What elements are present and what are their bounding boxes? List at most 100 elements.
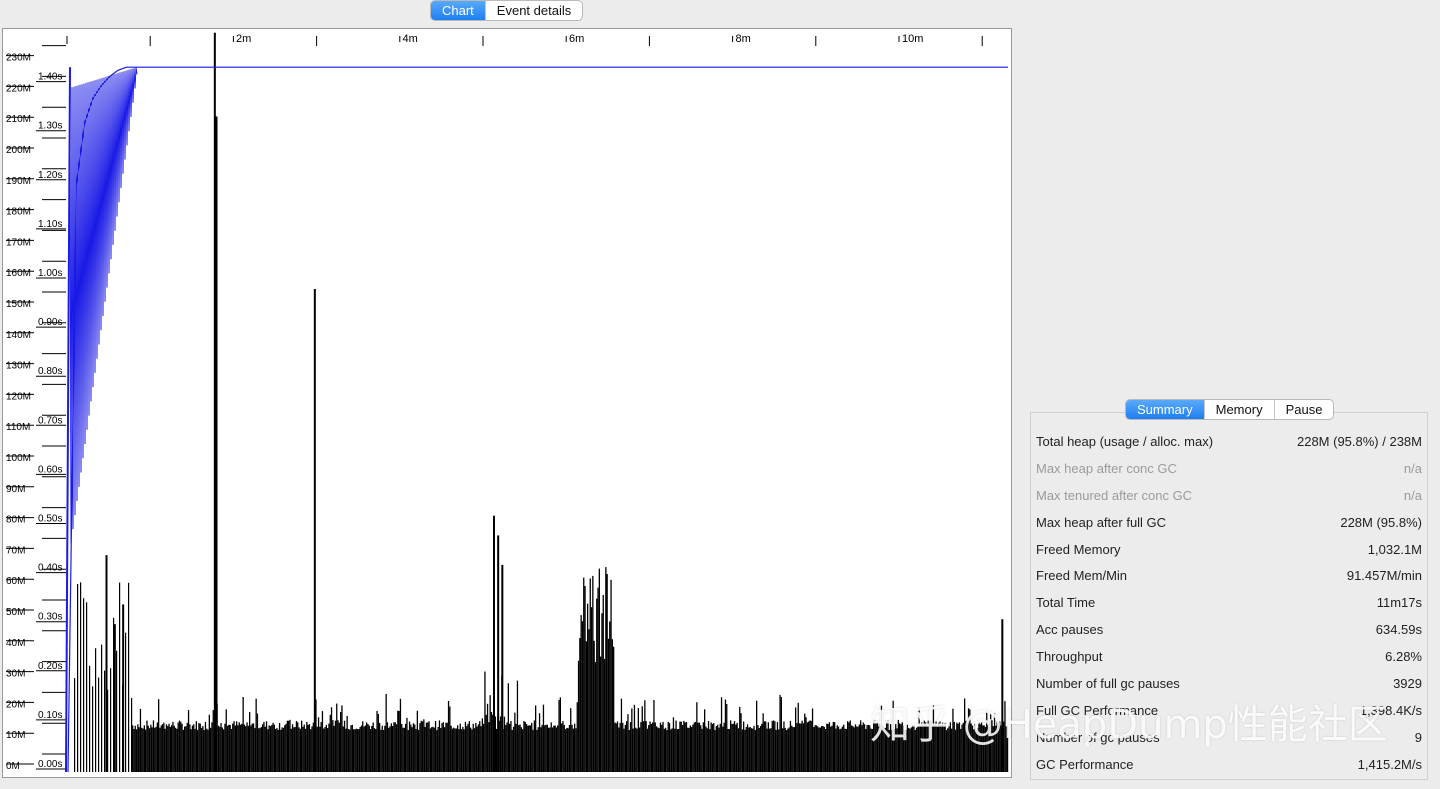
- summary-row-freed-memory: Freed Memory 1,032.1M: [1032, 536, 1426, 563]
- pause-bar: [687, 727, 689, 772]
- tab-memory[interactable]: Memory: [1203, 400, 1274, 419]
- row-value: 228M (95.8%): [1340, 514, 1422, 530]
- row-value: 91.457M/min: [1346, 568, 1422, 584]
- pause-bar: [793, 727, 795, 772]
- pause-bar: [746, 724, 749, 772]
- pause-bar: [484, 671, 486, 772]
- pause-bar: [246, 722, 248, 772]
- pause-bar: [576, 702, 578, 772]
- pause-bar: [139, 708, 142, 772]
- pause-tick-label: 1.20s: [38, 170, 62, 181]
- pause-bar: [707, 720, 710, 772]
- pause-bar: [459, 723, 461, 772]
- pause-tick-label: 0.90s: [38, 317, 62, 328]
- pause-bar: [438, 720, 441, 772]
- pause-bar: [303, 724, 305, 772]
- pause-bar: [155, 726, 157, 772]
- pause-bar: [219, 726, 221, 772]
- pause-bar: [199, 723, 201, 772]
- pause-bar: [158, 699, 160, 772]
- heap-tick-label: 150M: [6, 299, 31, 310]
- heap-tick-label: 0M: [6, 761, 20, 772]
- pause-bar: [661, 724, 663, 772]
- pause-bar: [826, 723, 828, 772]
- pause-bar: [234, 725, 236, 772]
- pause-tick-label: 0.10s: [38, 710, 62, 721]
- pause-bar: [555, 727, 558, 772]
- pause-bar: [553, 725, 555, 772]
- pause-tick-label: 0.20s: [38, 661, 62, 672]
- pause-bar: [286, 720, 288, 772]
- pause-bar: [375, 729, 377, 772]
- pause-bar: [514, 712, 516, 772]
- pause-bar: [427, 722, 429, 772]
- pause-bar: [637, 708, 639, 772]
- pause-bar: [797, 702, 799, 772]
- pause-bar: [160, 725, 162, 772]
- pause-bar: [853, 727, 855, 772]
- pause-bar: [380, 729, 382, 772]
- pause-bar: [163, 722, 165, 772]
- pause-bar: [321, 711, 324, 772]
- pause-bar: [143, 725, 145, 772]
- pause-bar: [533, 720, 535, 772]
- row-value: 228M (95.8%) / 238M: [1296, 433, 1422, 449]
- pause-bar: [627, 714, 629, 772]
- pause-bar: [212, 710, 214, 772]
- pause-bar: [180, 721, 182, 772]
- pause-bar: [355, 728, 357, 772]
- pause-bar: [414, 724, 416, 772]
- pause-bar: [766, 728, 768, 772]
- pause-bar: [704, 709, 706, 772]
- pause-bar: [395, 724, 398, 772]
- pause-bar: [626, 721, 628, 772]
- pause-bar: [542, 704, 545, 772]
- pause-bar: [858, 724, 860, 772]
- pause-bar: [609, 621, 611, 772]
- pause-bar: [298, 727, 300, 772]
- pause-bar: [748, 727, 750, 772]
- tab-pause[interactable]: Pause: [1273, 400, 1334, 419]
- pause-bar: [566, 727, 568, 772]
- pause-bar: [532, 729, 534, 772]
- pause-bar: [524, 721, 526, 772]
- pause-bar: [319, 726, 321, 772]
- tab-summary[interactable]: Summary: [1126, 400, 1204, 419]
- heap-tick-label: 220M: [6, 83, 31, 94]
- pause-bar: [713, 723, 715, 772]
- pause-bar: [405, 723, 407, 772]
- pause-bar: [299, 728, 301, 772]
- pause-bar: [141, 727, 143, 772]
- row-label: GC Performance: [1036, 756, 1134, 772]
- pause-bar: [353, 729, 355, 772]
- heap-usage-line: [67, 66, 1008, 773]
- pause-bar: [551, 727, 554, 772]
- pause-bar: [641, 706, 643, 772]
- pause-bar: [798, 723, 801, 772]
- x-tick-label: 10m: [902, 33, 923, 45]
- pause-bar: [590, 607, 593, 772]
- pause-bar: [104, 670, 106, 772]
- pause-bar: [449, 706, 451, 772]
- pause-bar: [275, 729, 277, 772]
- tab-chart[interactable]: Chart: [431, 1, 485, 20]
- pause-bar: [562, 721, 564, 772]
- pause-bar: [488, 722, 490, 772]
- pause-bar: [282, 727, 285, 772]
- pause-bar: [772, 720, 775, 772]
- pause-bar: [332, 720, 334, 772]
- pause-bar: [856, 726, 858, 772]
- pause-bar: [752, 728, 754, 772]
- tab-event-details[interactable]: Event details: [484, 1, 582, 20]
- pause-bar: [295, 721, 298, 772]
- heap-tick-label: 30M: [6, 669, 25, 680]
- pause-bar: [610, 579, 612, 772]
- pause-bar: [822, 726, 824, 772]
- pause-bar: [294, 726, 296, 772]
- x-tick-label: 6m: [569, 33, 584, 45]
- pause-bar: [795, 707, 797, 772]
- pause-bar: [236, 721, 238, 772]
- pause-bar: [607, 638, 610, 772]
- x-tick-label: 4m: [403, 33, 418, 45]
- pause-bar: [754, 730, 756, 772]
